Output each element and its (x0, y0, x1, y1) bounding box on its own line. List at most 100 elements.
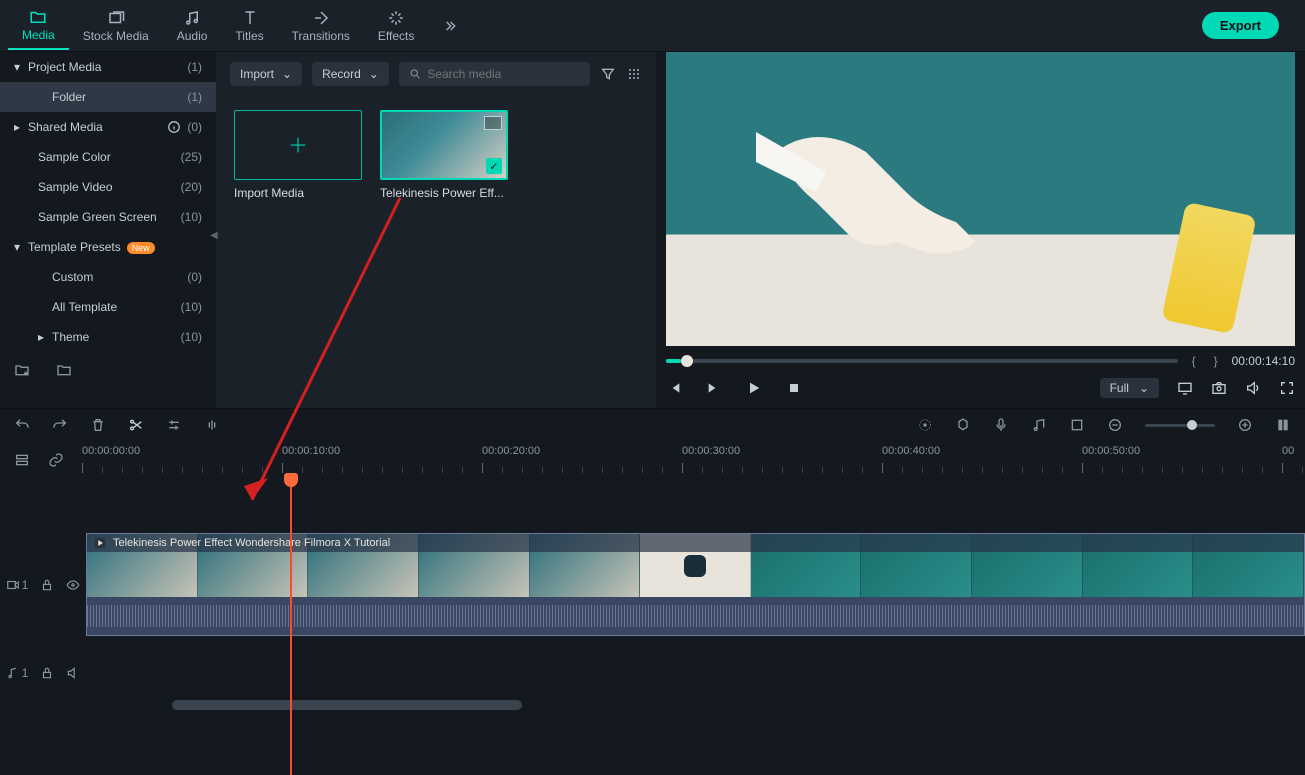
lock-icon[interactable] (40, 666, 54, 680)
tab-titles-label: Titles (235, 29, 263, 43)
sidebar-count: (10) (181, 210, 202, 224)
stop-icon[interactable] (786, 380, 802, 396)
scrub-handle[interactable] (681, 355, 693, 367)
crop-icon[interactable] (1069, 417, 1085, 433)
sidebar-custom[interactable]: Custom (0) (0, 262, 216, 292)
fullscreen-icon[interactable] (1279, 380, 1295, 396)
tab-effects[interactable]: Effects (364, 3, 428, 49)
sidebar-label: Custom (52, 270, 187, 284)
ruler-tick: 00:00:10:00 (282, 445, 340, 457)
sidebar-label: Template PresetsNew (28, 240, 202, 254)
scrub-bar[interactable] (666, 359, 1178, 363)
marker-icon[interactable] (955, 417, 971, 433)
sidebar-sample-color[interactable]: Sample Color (25) (0, 142, 216, 172)
playhead-handle[interactable] (284, 473, 298, 487)
sidebar-label: Project Media (28, 60, 187, 74)
chevron-down-icon: ⌄ (369, 67, 379, 81)
preview-viewport[interactable] (666, 52, 1295, 346)
sidebar-template-presets[interactable]: ▾ Template PresetsNew (0, 232, 216, 262)
grid-view-icon[interactable] (626, 66, 642, 82)
collapse-handle-icon[interactable]: ◀ (210, 230, 218, 241)
mark-out-icon[interactable]: } (1210, 354, 1222, 368)
undo-icon[interactable] (14, 417, 30, 433)
redo-icon[interactable] (52, 417, 68, 433)
track-type-video: 1 (6, 578, 29, 592)
audio-track[interactable]: 1 (86, 658, 1305, 688)
zoom-slider[interactable] (1145, 424, 1215, 427)
track-manager-icon[interactable] (14, 452, 30, 468)
ruler-tick: 00:00:20:00 (482, 445, 540, 457)
media-grid: Import Media ✓ Telekinesis Power Eff... (216, 96, 656, 214)
tab-stock-media[interactable]: Stock Media (69, 3, 163, 49)
sidebar-sample-green[interactable]: Sample Green Screen (10) (0, 202, 216, 232)
sidebar-folder[interactable]: Folder (1) (0, 82, 216, 112)
sidebar-all-template[interactable]: All Template (10) (0, 292, 216, 322)
timeline-scrollbar[interactable] (172, 700, 522, 710)
import-dropdown[interactable]: Import ⌄ (230, 62, 302, 86)
more-tabs-button[interactable] (428, 18, 472, 34)
timeline-ruler-row: 00:00:00:0000:00:10:0000:00:20:0000:00:3… (0, 441, 1305, 475)
new-folder-icon[interactable] (14, 362, 30, 378)
sidebar-label: Shared Media (28, 120, 167, 134)
ruler-tick: 00:00:00:00 (82, 445, 140, 457)
eye-icon[interactable] (66, 578, 80, 592)
media-toolbar: Import ⌄ Record ⌄ (216, 52, 656, 96)
prev-frame-icon[interactable] (666, 380, 682, 396)
zoom-in-icon[interactable] (1237, 417, 1253, 433)
search-field[interactable] (427, 67, 580, 81)
zoom-out-icon[interactable] (1107, 417, 1123, 433)
delete-icon[interactable] (90, 417, 106, 433)
media-clip-tile[interactable]: ✓ Telekinesis Power Eff... (380, 110, 508, 200)
audio-wave-icon[interactable] (204, 417, 220, 433)
tab-titles[interactable]: Titles (221, 3, 277, 49)
timeline-ruler[interactable]: 00:00:00:0000:00:10:0000:00:20:0000:00:3… (82, 445, 1291, 475)
play-icon[interactable] (746, 380, 762, 396)
zoom-thumb[interactable] (1187, 420, 1197, 430)
mixer-icon[interactable] (1031, 417, 1047, 433)
music-icon (6, 666, 20, 680)
tab-audio[interactable]: Audio (163, 3, 222, 49)
sidebar-shared-media[interactable]: ▸ Shared Media (0) (0, 112, 216, 142)
quality-dropdown[interactable]: Full ⌄ (1100, 378, 1159, 398)
sidebar-label: All Template (52, 300, 181, 314)
sidebar-count: (0) (187, 120, 202, 134)
adjust-icon[interactable] (166, 417, 182, 433)
playhead[interactable] (290, 475, 292, 775)
split-icon[interactable] (128, 417, 144, 433)
render-icon[interactable] (917, 417, 933, 433)
sidebar-count: (25) (181, 150, 202, 164)
zoom-fit-icon[interactable] (1275, 417, 1291, 433)
sidebar-project-media[interactable]: ▾ Project Media (1) (0, 52, 216, 82)
text-icon (241, 9, 259, 27)
record-dropdown[interactable]: Record ⌄ (312, 62, 389, 86)
tab-media[interactable]: Media (8, 2, 69, 50)
mark-in-icon[interactable]: { (1188, 354, 1200, 368)
speaker-icon[interactable] (66, 666, 80, 680)
lock-icon[interactable] (40, 578, 54, 592)
tab-transitions[interactable]: Transitions (278, 3, 364, 49)
timeline-clip[interactable]: Telekinesis Power Effect Wondershare Fil… (86, 533, 1305, 636)
sidebar-count: (20) (181, 180, 202, 194)
export-button[interactable]: Export (1202, 12, 1279, 39)
ruler-tick: 00:00:50:00 (1082, 445, 1140, 457)
sidebar-theme[interactable]: ▸ Theme (10) (0, 322, 216, 352)
import-media-tile[interactable]: Import Media (234, 110, 362, 200)
sidebar-label: Sample Video (38, 180, 181, 194)
sidebar-sample-video[interactable]: Sample Video (20) (0, 172, 216, 202)
sidebar-count: (1) (187, 90, 202, 104)
next-frame-icon[interactable] (706, 380, 722, 396)
monitor-icon[interactable] (1177, 380, 1193, 396)
volume-icon[interactable] (1245, 380, 1261, 396)
ruler-tick: 00:00:40:00 (882, 445, 940, 457)
sidebar-count: (0) (187, 270, 202, 284)
link-icon[interactable] (48, 452, 64, 468)
timeline-panel: 00:00:00:0000:00:10:0000:00:20:0000:00:3… (0, 408, 1305, 710)
search-media-input[interactable] (399, 62, 590, 86)
folder-icon[interactable] (56, 362, 72, 378)
filter-icon[interactable] (600, 66, 616, 82)
snapshot-icon[interactable] (1211, 380, 1227, 396)
voiceover-icon[interactable] (993, 417, 1009, 433)
folder-icon (29, 8, 47, 26)
video-track[interactable]: 1 Telekinesis Power Effect Wondershare F… (86, 533, 1305, 636)
filmstrip-icon (484, 116, 502, 130)
